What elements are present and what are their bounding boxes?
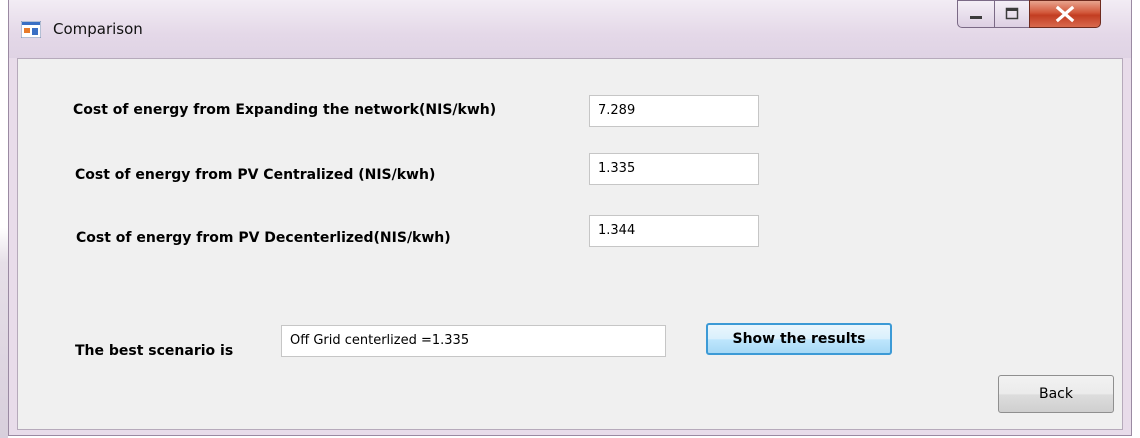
expanding-network-cost-field[interactable]: 7.289 [589, 95, 759, 127]
client-area: Cost of energy from Expanding the networ… [17, 58, 1123, 430]
pv-decentralized-label: Cost of energy from PV Decenterlized(NIS… [76, 230, 451, 246]
window-title: Comparison [53, 20, 143, 38]
pv-centralized-cost-field[interactable]: 1.335 [589, 153, 759, 185]
best-scenario-field[interactable]: Off Grid centerlized =1.335 [281, 325, 666, 357]
comparison-window: Comparison Cost of energy from Expanding… [8, 0, 1132, 436]
show-results-button[interactable]: Show the results [706, 323, 892, 355]
desktop-edge [0, 0, 8, 438]
close-button[interactable] [1029, 0, 1101, 28]
minimize-button[interactable] [957, 0, 995, 28]
minimize-icon [970, 16, 982, 19]
pv-centralized-label: Cost of energy from PV Centralized (NIS/… [75, 167, 436, 183]
maximize-button[interactable] [994, 0, 1030, 28]
best-scenario-label: The best scenario is [75, 343, 234, 359]
app-icon [21, 21, 41, 38]
close-icon [1055, 5, 1075, 23]
title-bar[interactable]: Comparison [9, 0, 1131, 58]
maximize-icon [1005, 7, 1019, 20]
pv-decentralized-cost-field[interactable]: 1.344 [589, 215, 759, 247]
back-button[interactable]: Back [998, 375, 1114, 413]
expanding-network-label: Cost of energy from Expanding the networ… [73, 102, 497, 118]
